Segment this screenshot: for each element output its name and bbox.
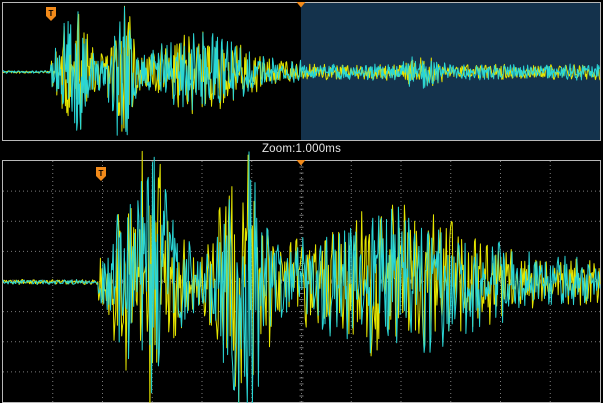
- trigger-marker-label: T: [49, 9, 54, 18]
- trigger-marker-label: T: [99, 169, 104, 178]
- oscilloscope-display: T T: [0, 0, 603, 403]
- zoom-timebase-label: Zoom:1.000ms: [261, 143, 342, 155]
